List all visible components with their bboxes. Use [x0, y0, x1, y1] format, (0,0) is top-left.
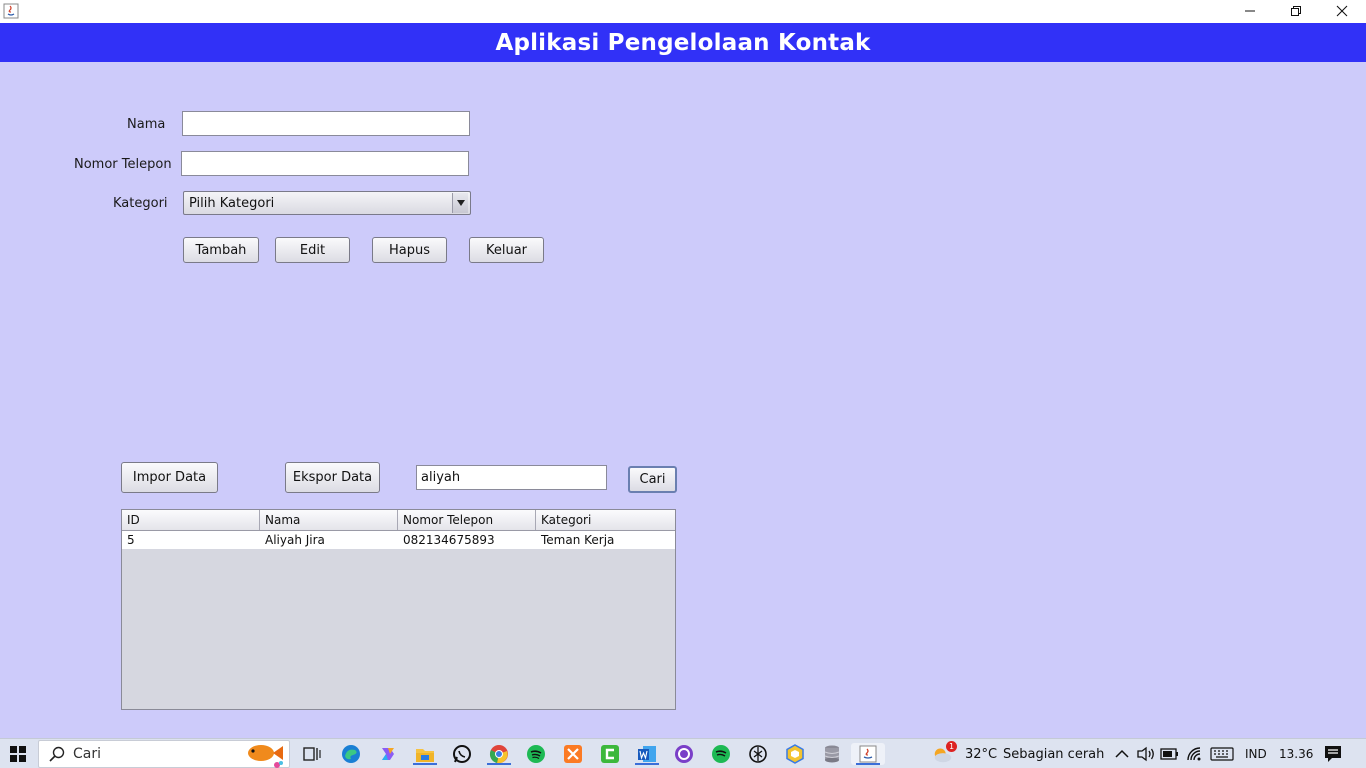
minimize-icon — [1244, 2, 1256, 21]
java-app-taskbar-icon[interactable] — [851, 743, 885, 765]
task-view-icon[interactable] — [301, 743, 323, 765]
kategori-label: Kategori — [113, 196, 168, 211]
cari-button[interactable]: Cari — [628, 466, 677, 493]
windows-start-icon[interactable] — [7, 743, 29, 765]
column-header-kategori[interactable]: Kategori — [536, 510, 675, 530]
active-indicator — [856, 763, 880, 765]
impor-data-button[interactable]: Impor Data — [121, 462, 218, 493]
wifi-icon[interactable] — [1184, 743, 1206, 765]
telepon-input[interactable] — [181, 151, 469, 176]
column-header-nama[interactable]: Nama — [260, 510, 398, 530]
dropdown-arrow-icon[interactable] — [452, 193, 468, 213]
cell-kategori: Teman Kerja — [541, 533, 615, 547]
search-placeholder: Cari — [73, 746, 101, 762]
language-indicator[interactable]: IND — [1245, 739, 1267, 768]
active-indicator — [635, 763, 659, 765]
cell-nama: Aliyah Jira — [265, 533, 325, 547]
edge-icon[interactable] — [340, 743, 362, 765]
taskbar: Cari 1 32°C Sebagian cerah IND 13.36 — [0, 738, 1366, 768]
table-row[interactable]: 5 Aliyah Jira 082134675893 Teman Kerja — [122, 531, 675, 549]
cell-nomor-telepon: 082134675893 — [403, 533, 495, 547]
xampp-icon[interactable] — [562, 743, 584, 765]
clock-time[interactable]: 13.36 — [1279, 739, 1313, 768]
fish-widget-icon — [239, 741, 287, 768]
chrome-icon[interactable] — [487, 743, 511, 765]
search-input[interactable] — [416, 465, 607, 490]
app-header: Aplikasi Pengelolaan Kontak — [0, 23, 1366, 62]
main-panel: Nama Nomor Telepon Kategori Pilih Katego… — [0, 62, 1366, 738]
restore-icon — [1290, 2, 1302, 21]
copilot-icon[interactable] — [377, 743, 399, 765]
weather-text: Sebagian cerah — [1003, 746, 1105, 762]
active-indicator — [487, 763, 511, 765]
file-explorer-icon[interactable] — [413, 743, 437, 765]
battery-icon[interactable] — [1159, 743, 1181, 765]
weather-badge: 1 — [946, 741, 957, 752]
whatsapp-icon[interactable] — [451, 743, 473, 765]
close-button[interactable] — [1319, 0, 1365, 23]
camtasia-icon[interactable] — [599, 743, 621, 765]
column-header-id[interactable]: ID — [122, 510, 260, 530]
kategori-select[interactable]: Pilih Kategori — [183, 191, 471, 215]
close-icon — [1336, 2, 1348, 21]
ekspor-data-button[interactable]: Ekspor Data — [285, 462, 380, 493]
word-icon[interactable] — [635, 743, 659, 765]
search-icon — [49, 746, 65, 762]
nama-input[interactable] — [182, 111, 470, 136]
hapus-button[interactable]: Hapus — [372, 237, 447, 263]
volume-icon[interactable] — [1135, 743, 1157, 765]
column-header-nomor-telepon[interactable]: Nomor Telepon — [398, 510, 536, 530]
java-icon — [3, 3, 19, 19]
page-title: Aplikasi Pengelolaan Kontak — [495, 29, 871, 56]
nama-label: Nama — [127, 117, 166, 132]
spotify-icon-2[interactable] — [710, 743, 732, 765]
cell-id: 5 — [127, 533, 135, 547]
notification-icon[interactable] — [1322, 743, 1344, 765]
taskbar-search[interactable]: Cari — [38, 740, 290, 768]
chatgpt-icon[interactable] — [747, 743, 769, 765]
spotify-icon[interactable] — [525, 743, 547, 765]
window-title-bar — [0, 0, 1366, 23]
temperature-text: 32°C — [965, 746, 998, 762]
keyboard-icon[interactable] — [1209, 743, 1235, 765]
active-indicator — [413, 763, 437, 765]
weather-icon[interactable]: 1 — [932, 741, 957, 765]
github-desktop-icon[interactable] — [673, 743, 695, 765]
minimize-button[interactable] — [1227, 0, 1273, 23]
table-header: ID Nama Nomor Telepon Kategori — [122, 510, 675, 531]
restore-button[interactable] — [1273, 0, 1319, 23]
kategori-selected-value: Pilih Kategori — [189, 195, 275, 211]
chevron-up-icon[interactable] — [1111, 743, 1133, 765]
database-icon[interactable] — [821, 743, 843, 765]
tambah-button[interactable]: Tambah — [183, 237, 259, 263]
hexagon-app-icon[interactable] — [784, 743, 806, 765]
edit-button[interactable]: Edit — [275, 237, 350, 263]
contacts-table[interactable]: ID Nama Nomor Telepon Kategori 5 Aliyah … — [121, 509, 676, 710]
keluar-button[interactable]: Keluar — [469, 237, 544, 263]
telepon-label: Nomor Telepon — [74, 157, 172, 172]
